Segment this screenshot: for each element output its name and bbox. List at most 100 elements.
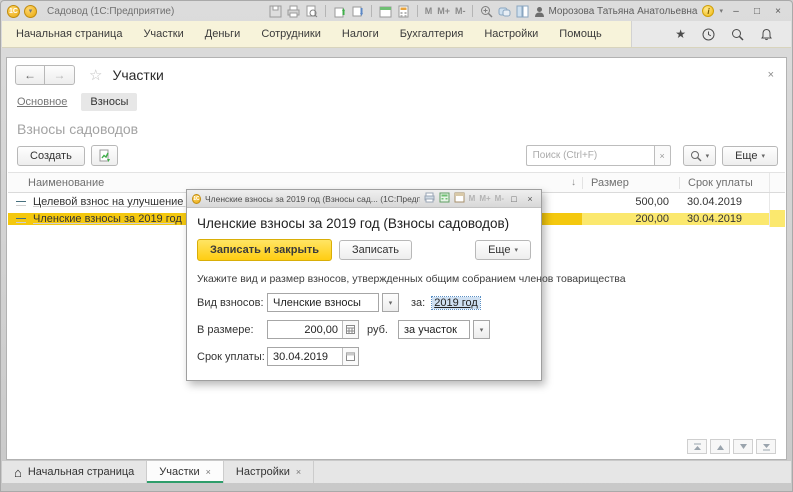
calculator-icon[interactable] <box>342 321 358 338</box>
all-functions-icon[interactable] <box>648 29 659 40</box>
divider <box>371 5 372 17</box>
maximize-button[interactable]: □ <box>749 6 765 17</box>
menu-item-taxes[interactable]: Налоги <box>342 28 379 40</box>
save-icon[interactable] <box>269 5 282 18</box>
print-preview-icon[interactable] <box>305 5 318 18</box>
memory-minus-button: M- <box>495 194 504 203</box>
search-icon[interactable] <box>731 28 744 41</box>
zoom-icon[interactable] <box>480 5 493 18</box>
tab-fees[interactable]: Взносы <box>81 93 137 111</box>
calculator-icon[interactable] <box>439 192 450 205</box>
search-clear-icon[interactable]: × <box>654 145 671 166</box>
due-label: Срок уплаты: <box>197 351 267 363</box>
column-header-due[interactable]: Срок уплаты <box>679 177 769 189</box>
bottom-tab-settings[interactable]: Настройки × <box>224 461 314 483</box>
user-menu[interactable]: Морозова Татьяна Анатольевна <box>534 6 697 17</box>
user-name: Морозова Татьяна Анатольевна <box>548 6 697 17</box>
more-button[interactable]: Еще▾ <box>722 146 778 166</box>
search-group: × <box>526 145 671 166</box>
main-menu-button[interactable]: ▾ <box>24 5 37 18</box>
list-toolbar: Создать × ▾ Еще▾ <box>7 143 786 172</box>
export-file-icon[interactable] <box>333 5 346 18</box>
column-header-name[interactable]: Наименование ↓ <box>8 177 582 189</box>
save-and-close-button[interactable]: Записать и закрыть <box>197 239 332 261</box>
go-last-button[interactable] <box>756 439 776 454</box>
chevron-down-icon[interactable]: ▾ <box>719 7 723 15</box>
back-button[interactable]: ← <box>15 65 45 85</box>
tab-main[interactable]: Основное <box>17 96 67 108</box>
import-file-icon[interactable] <box>351 5 364 18</box>
title-bar: 1С ▾ Садовод (1С:Предприятие) M M+ M- Мо… <box>1 1 792 21</box>
search-icon <box>690 150 702 162</box>
due-date-input[interactable]: 30.04.2019 <box>267 347 359 366</box>
report-button[interactable] <box>91 145 118 166</box>
memory-plus-button[interactable]: M+ <box>437 6 450 16</box>
dialog-close-button[interactable]: × <box>524 194 536 204</box>
currency-label: руб. <box>367 324 388 336</box>
print-icon[interactable] <box>424 192 435 205</box>
history-icon[interactable] <box>702 28 715 41</box>
open-windows-bar: ⌂ Начальная страница Участки × Настройки… <box>2 460 791 483</box>
dialog-maximize-button[interactable]: □ <box>508 194 520 204</box>
dialog-more-button[interactable]: Еще▾ <box>475 240 531 260</box>
memory-button[interactable]: M <box>425 6 433 16</box>
info-icon[interactable]: i <box>702 5 714 17</box>
dialog-title-bar: 1С Членские взносы за 2019 год (Взносы с… <box>187 190 541 208</box>
form-tabs: Основное Взносы <box>7 89 786 117</box>
calendar-icon[interactable] <box>454 192 465 205</box>
go-first-button[interactable] <box>687 439 707 454</box>
amount-label: В размере: <box>197 324 267 336</box>
calendar-icon[interactable] <box>342 348 358 365</box>
row-size: 500,00 <box>582 196 679 208</box>
close-tab-icon[interactable]: × <box>206 467 211 477</box>
bottom-tab-plots[interactable]: Участки × <box>147 461 224 483</box>
memory-plus-button: M+ <box>479 194 490 203</box>
split-view-icon[interactable] <box>516 5 529 18</box>
save-button[interactable]: Записать <box>339 240 412 260</box>
forward-button[interactable]: → <box>45 65 75 85</box>
form-close-icon[interactable]: × <box>764 69 778 81</box>
menu-item-settings[interactable]: Настройки <box>484 28 538 40</box>
kind-input[interactable]: Членские взносы <box>267 293 379 312</box>
menu-item-home[interactable]: Начальная страница <box>16 28 122 40</box>
memory-minus-button[interactable]: M- <box>455 6 466 16</box>
column-header-size[interactable]: Размер <box>582 177 679 189</box>
row-due: 30.04.2019 <box>679 196 769 208</box>
search-options-button[interactable]: ▾ <box>683 145 717 166</box>
kind-dropdown-button[interactable]: ▾ <box>382 293 399 312</box>
calendar-icon[interactable] <box>379 5 392 18</box>
link-icon[interactable] <box>498 5 511 18</box>
list-item-icon: — <box>16 213 26 224</box>
notifications-bell-icon[interactable] <box>760 28 773 41</box>
amount-input[interactable]: 200,00 <box>267 320 359 339</box>
per-unit-input[interactable]: за участок <box>398 320 470 339</box>
chevron-down-icon: ▾ <box>29 7 33 15</box>
go-down-button[interactable] <box>733 439 753 454</box>
close-tab-icon[interactable]: × <box>296 467 301 477</box>
menu-item-help[interactable]: Помощь <box>559 28 602 40</box>
bottom-tab-home[interactable]: ⌂ Начальная страница <box>2 461 147 483</box>
go-up-button[interactable] <box>710 439 730 454</box>
close-button[interactable]: × <box>770 6 786 17</box>
menu-item-accounting[interactable]: Бухгалтерия <box>400 28 464 40</box>
favorites-icon[interactable]: ★ <box>675 27 686 41</box>
kind-label: Вид взносов: <box>197 297 267 309</box>
per-unit-dropdown-button[interactable]: ▾ <box>473 320 490 339</box>
memory-button: M <box>469 194 476 203</box>
field-row-amount: В размере: 200,00 руб. за участок ▾ <box>187 316 541 343</box>
calculator-icon[interactable] <box>397 5 410 18</box>
table-gutter <box>769 193 785 210</box>
year-link[interactable]: 2019 год <box>432 297 480 309</box>
create-button[interactable]: Создать <box>17 146 85 166</box>
favorite-star-icon[interactable]: ☆ <box>89 66 102 84</box>
search-input[interactable] <box>526 145 654 166</box>
menu-bar: Начальная страница Участки Деньги Сотруд… <box>2 21 791 48</box>
print-icon[interactable] <box>287 5 300 18</box>
field-row-kind: Вид взносов: Членские взносы ▾ за: 2019 … <box>187 289 541 316</box>
minimize-button[interactable]: – <box>728 6 744 17</box>
menu-item-employees[interactable]: Сотрудники <box>261 28 321 40</box>
chevron-down-icon: ▾ <box>480 326 484 334</box>
menu-item-money[interactable]: Деньги <box>205 28 241 40</box>
menu-item-plots[interactable]: Участки <box>143 28 183 40</box>
quick-panel: ★ <box>631 21 791 47</box>
